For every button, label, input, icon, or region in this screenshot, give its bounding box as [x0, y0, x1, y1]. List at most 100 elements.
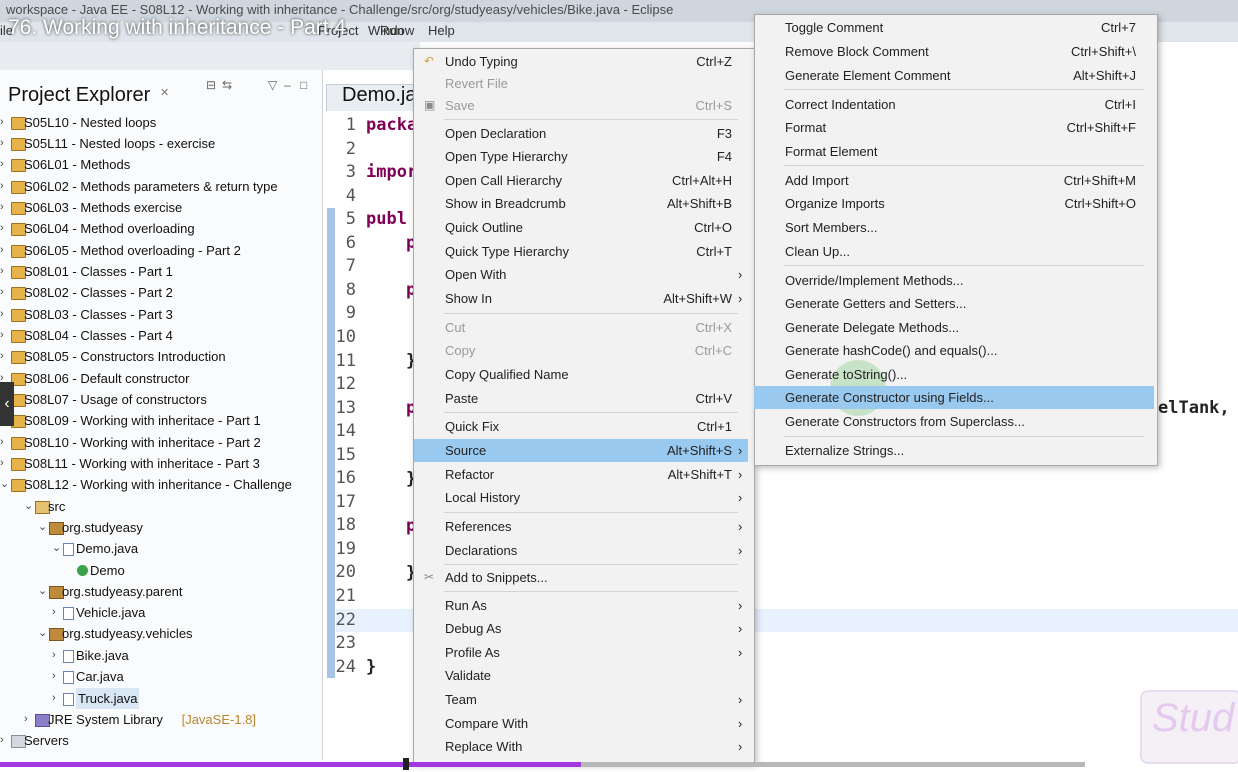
menu-item[interactable]: Add Import Ctrl+Shift+M: [754, 169, 1154, 192]
menu-item[interactable]: Quick Outline Ctrl+O: [414, 216, 748, 239]
menu-item[interactable]: Generate Constructor using Fields...: [754, 386, 1154, 409]
undo-icon: ↶: [424, 54, 435, 68]
menu-item-label: Replace With: [445, 739, 523, 754]
menu-help[interactable]: Help: [428, 23, 455, 38]
menu-item[interactable]: Team ›: [414, 688, 748, 711]
collapse-toggle-icon[interactable]: ›: [52, 688, 62, 709]
menu-item[interactable]: Source Alt+Shift+S ›: [414, 439, 748, 462]
menu-item[interactable]: Format Ctrl+Shift+F: [754, 116, 1154, 139]
project-explorer-title[interactable]: Project Explorer: [8, 84, 150, 107]
collapse-toggle-icon[interactable]: ›: [0, 176, 10, 197]
close-view-icon[interactable]: ✕: [160, 86, 169, 99]
menu-item[interactable]: Debug As ›: [414, 617, 748, 640]
menu-item[interactable]: Correct Indentation Ctrl+I: [754, 93, 1154, 116]
menu-item[interactable]: References ›: [414, 515, 748, 538]
tree-item-label: src: [48, 499, 66, 514]
expand-toggle-icon[interactable]: ⌄: [52, 538, 62, 559]
menu-item[interactable]: Replace With ›: [414, 735, 748, 758]
menu-item[interactable]: Compare With ›: [414, 712, 748, 735]
menu-item-label: Generate Constructor using Fields...: [785, 390, 994, 405]
menu-item[interactable]: Generate Element Comment Alt+Shift+J: [754, 64, 1154, 87]
menu-item[interactable]: Toggle Comment Ctrl+7: [754, 16, 1154, 39]
menu-separator: [444, 512, 738, 513]
menu-item[interactable]: Profile As ›: [414, 641, 748, 664]
menu-item-label: Undo Typing: [445, 54, 518, 69]
collapse-toggle-icon[interactable]: ›: [52, 666, 62, 687]
collapse-toggle-icon[interactable]: ›: [0, 133, 10, 154]
menu-item[interactable]: Open Declaration F3: [414, 122, 748, 145]
collapse-toggle-icon[interactable]: ›: [0, 432, 10, 453]
video-progress-handle[interactable]: [403, 758, 409, 770]
expand-toggle-icon[interactable]: ⌄: [38, 623, 48, 644]
collapse-toggle-icon[interactable]: ›: [0, 261, 10, 282]
menu-item[interactable]: ↶ Undo Typing Ctrl+Z: [414, 50, 748, 73]
menu-item[interactable]: Cut Ctrl+X: [414, 316, 748, 339]
menu-item[interactable]: Format Element: [754, 140, 1154, 163]
tree-item-label: S08L02 - Classes - Part 2: [24, 285, 173, 300]
menu-item[interactable]: ▣ Save Ctrl+S: [414, 94, 748, 117]
previous-arrow-icon[interactable]: ‹: [0, 382, 14, 426]
menu-item[interactable]: Open Type Hierarchy F4: [414, 145, 748, 168]
tree-item-label: org.studyeasy.parent: [62, 584, 183, 599]
menu-item[interactable]: Remove Block Comment Ctrl+Shift+\: [754, 40, 1154, 63]
menu-item[interactable]: Generate hashCode() and equals()...: [754, 339, 1154, 362]
menu-item[interactable]: Show In Alt+Shift+W ›: [414, 287, 748, 310]
collapse-toggle-icon[interactable]: ›: [0, 304, 10, 325]
menu-item[interactable]: Generate Delegate Methods...: [754, 316, 1154, 339]
menu-item[interactable]: Refactor Alt+Shift+T ›: [414, 463, 748, 486]
collapse-toggle-icon[interactable]: ›: [0, 282, 10, 303]
menu-item[interactable]: Quick Fix Ctrl+1: [414, 415, 748, 438]
collapse-toggle-icon[interactable]: ›: [0, 112, 10, 133]
minimize-view-icon[interactable]: –: [284, 78, 291, 92]
collapse-toggle-icon[interactable]: ›: [52, 602, 62, 623]
collapse-toggle-icon[interactable]: ›: [52, 645, 62, 666]
link-with-editor-icon[interactable]: ⇆: [222, 78, 232, 92]
menu-item[interactable]: Organize Imports Ctrl+Shift+O: [754, 192, 1154, 215]
expand-toggle-icon[interactable]: ⌄: [24, 496, 34, 517]
collapse-toggle-icon[interactable]: ›: [0, 218, 10, 239]
menu-item[interactable]: Generate Constructors from Superclass...: [754, 410, 1154, 433]
expand-toggle-icon[interactable]: ⌄: [38, 581, 48, 602]
collapse-toggle-icon[interactable]: ›: [0, 346, 10, 367]
menu-item[interactable]: Declarations ›: [414, 539, 748, 562]
menu-item[interactable]: Open Call Hierarchy Ctrl+Alt+H: [414, 169, 748, 192]
view-menu-icon[interactable]: ▽: [268, 78, 277, 92]
menu-item[interactable]: Quick Type Hierarchy Ctrl+T: [414, 240, 748, 263]
menu-item[interactable]: Copy Ctrl+C: [414, 339, 748, 362]
collapse-toggle-icon[interactable]: ›: [0, 154, 10, 175]
menu-item-label: Open With: [445, 267, 507, 282]
collapse-toggle-icon[interactable]: ›: [0, 453, 10, 474]
menu-item[interactable]: Open With ›: [414, 263, 748, 286]
collapse-toggle-icon[interactable]: ›: [24, 709, 34, 730]
menu-window[interactable]: Window: [368, 23, 414, 38]
java-icon: [63, 543, 74, 556]
menu-item[interactable]: Revert File: [414, 72, 748, 95]
menu-item-shortcut: F3: [716, 126, 732, 141]
tree-item-label: S06L03 - Methods exercise: [24, 200, 183, 215]
collapse-toggle-icon[interactable]: ›: [0, 240, 10, 261]
collapse-toggle-icon[interactable]: ›: [0, 325, 10, 346]
expand-toggle-icon[interactable]: ⌄: [0, 474, 10, 495]
collapse-toggle-icon[interactable]: ›: [0, 197, 10, 218]
menu-item[interactable]: Run As ›: [414, 594, 748, 617]
expand-toggle-icon[interactable]: ⌄: [38, 517, 48, 538]
menu-item[interactable]: Copy Qualified Name: [414, 363, 748, 386]
menu-item-shortcut: Ctrl+Shift+\: [1070, 44, 1136, 59]
menu-item[interactable]: Sort Members...: [754, 216, 1154, 239]
collapse-all-icon[interactable]: ⊟: [206, 78, 216, 92]
menu-item[interactable]: Externalize Strings...: [754, 439, 1154, 462]
collapse-toggle-icon[interactable]: ›: [0, 730, 10, 751]
menu-item[interactable]: Override/Implement Methods...: [754, 269, 1154, 292]
menu-item[interactable]: Paste Ctrl+V: [414, 387, 748, 410]
menu-item[interactable]: Generate toString()...: [754, 363, 1154, 386]
menu-item[interactable]: Clean Up...: [754, 240, 1154, 263]
menu-item[interactable]: Show in Breadcrumb Alt+Shift+B: [414, 192, 748, 215]
maximize-view-icon[interactable]: □: [300, 78, 307, 92]
line-number: 7: [345, 256, 356, 277]
video-progress-fill: [0, 762, 582, 767]
menu-item[interactable]: Generate Getters and Setters...: [754, 292, 1154, 315]
menu-item[interactable]: ✂ Add to Snippets...: [414, 566, 748, 589]
menu-item[interactable]: Validate: [414, 664, 748, 687]
menu-item-shortcut: Alt+Shift+W: [663, 291, 732, 306]
menu-item[interactable]: Local History ›: [414, 486, 748, 509]
